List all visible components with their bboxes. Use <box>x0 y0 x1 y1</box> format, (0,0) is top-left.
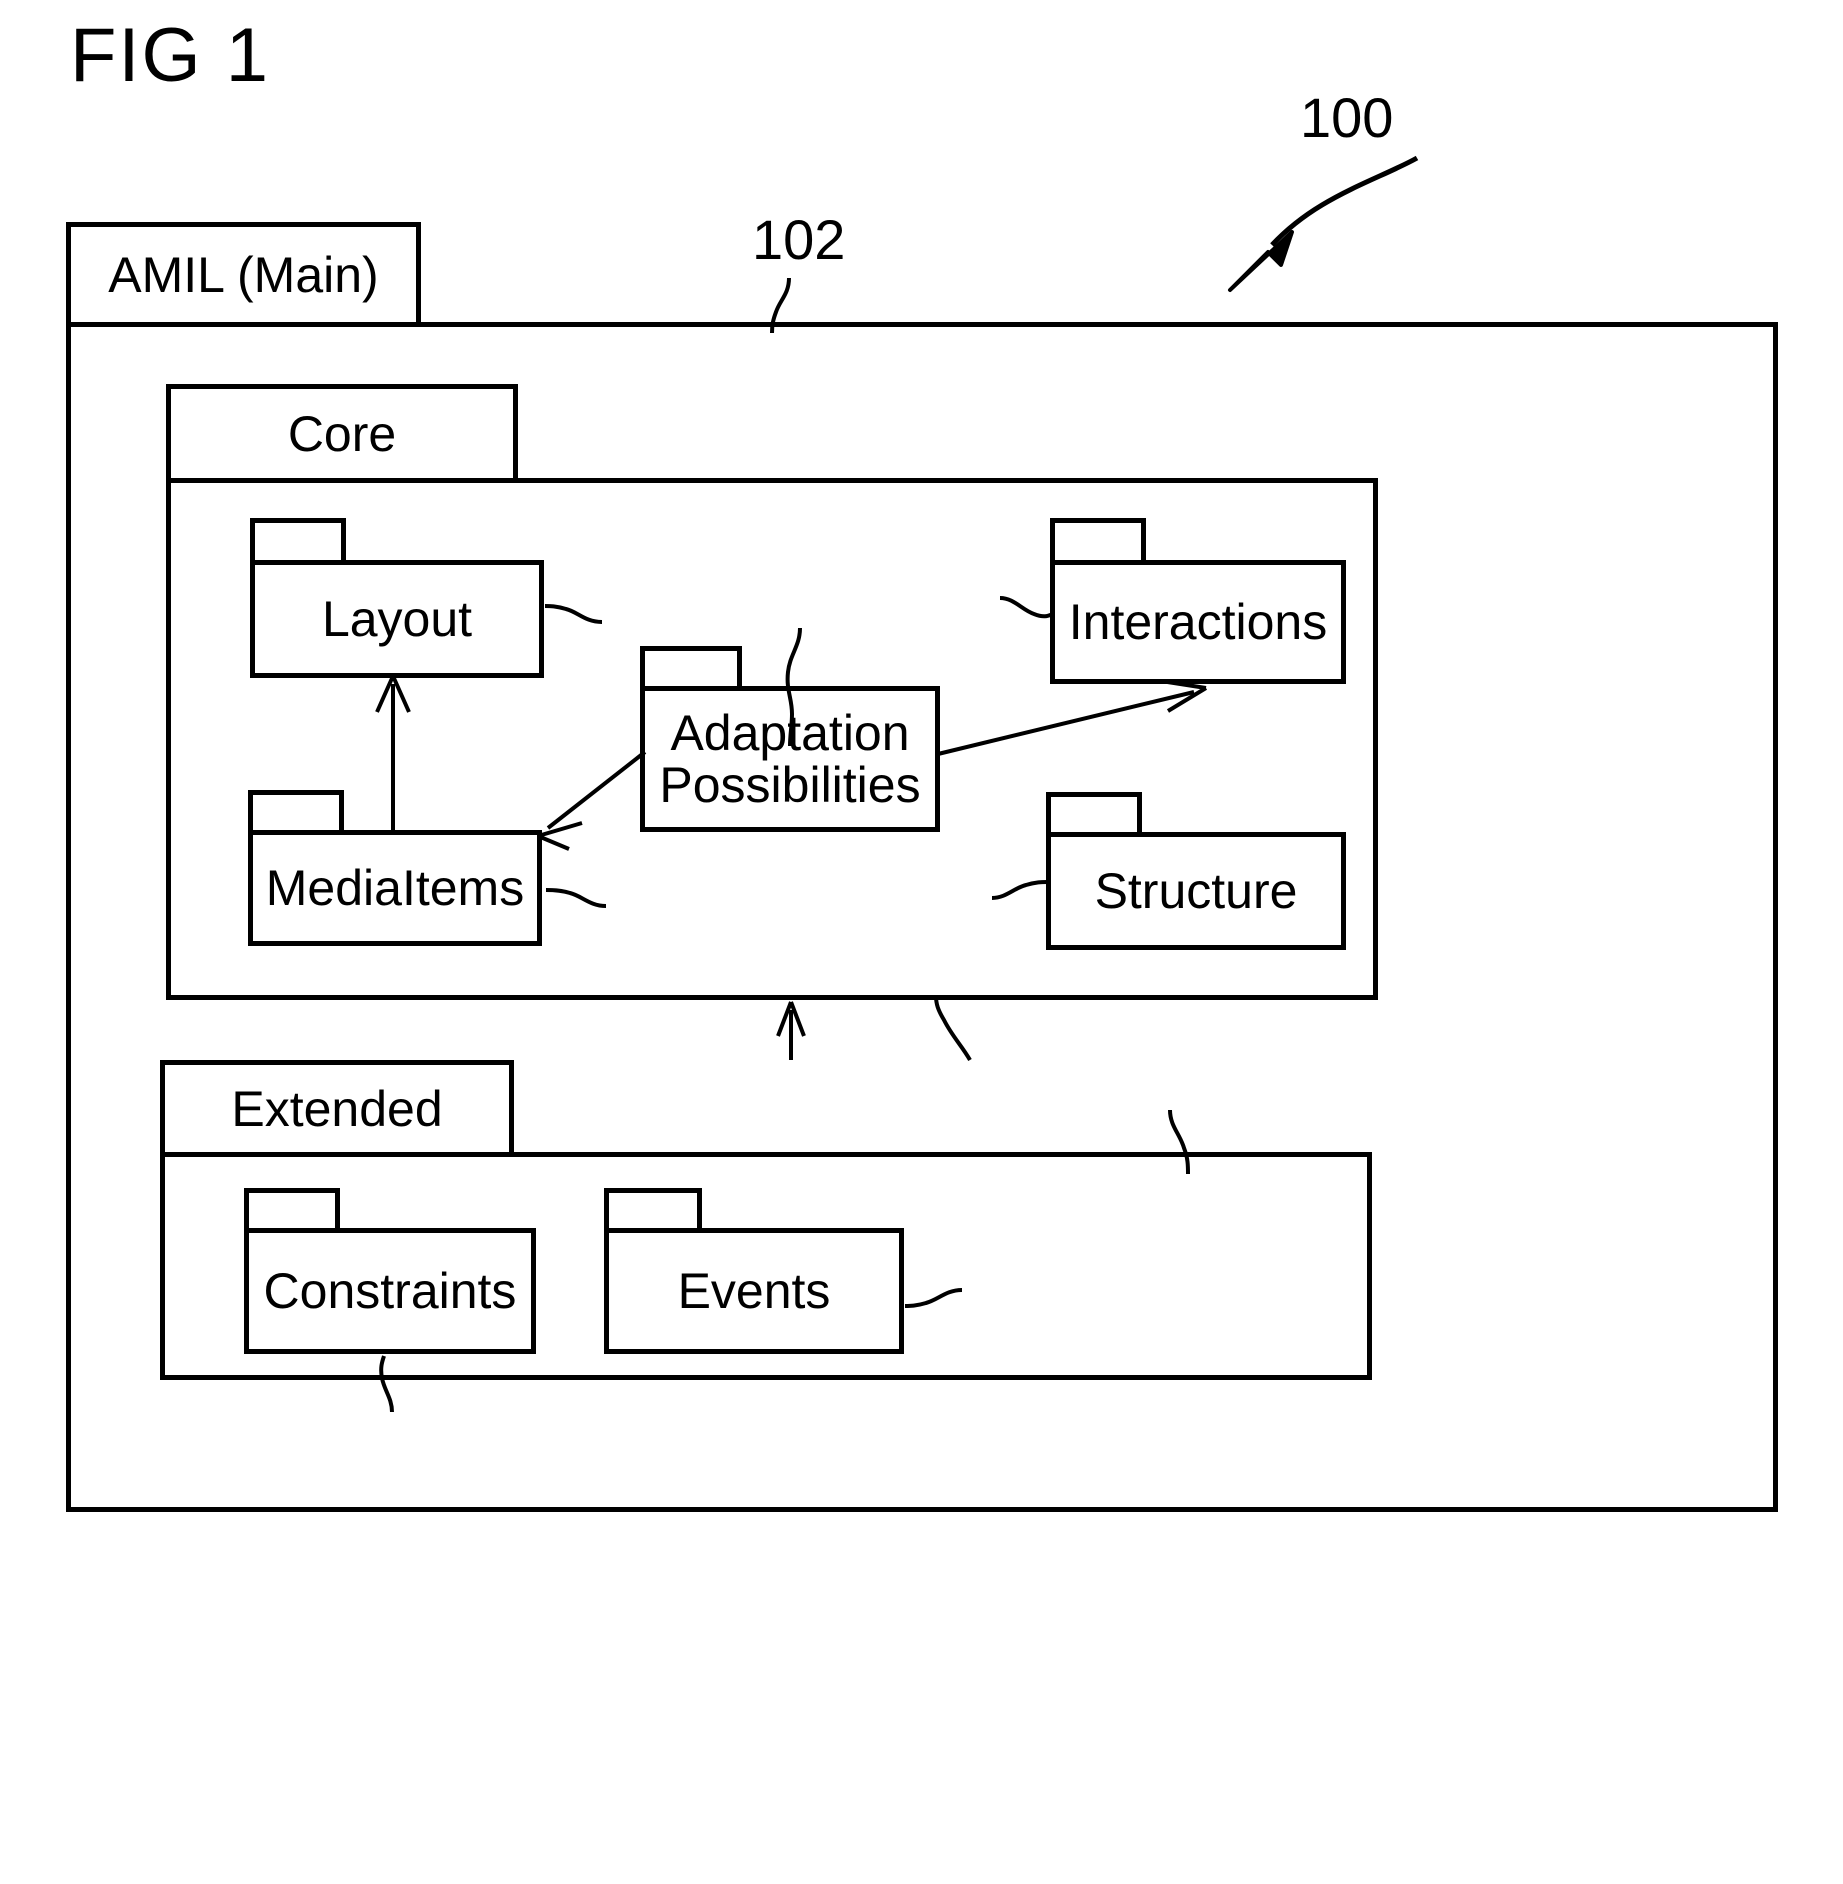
package-amil-label: AMIL (Main) <box>108 246 379 303</box>
package-extended-label: Extended <box>231 1080 443 1137</box>
package-interactions-label: Interactions <box>1068 593 1328 650</box>
package-constraints-tab <box>244 1188 340 1228</box>
package-adaptation-body: Adaptation Possibilities <box>640 686 940 832</box>
package-adaptation-tab <box>640 646 742 686</box>
figure-title: FIG 1 <box>70 13 271 98</box>
package-adaptation-label: Adaptation Possibilities <box>659 704 921 813</box>
package-interactions-body: Interactions <box>1050 560 1346 684</box>
package-events-body: Events <box>604 1228 904 1354</box>
package-structure-tab <box>1046 792 1142 832</box>
package-interactions-tab <box>1050 518 1146 560</box>
package-extended-tab: Extended <box>160 1060 514 1152</box>
package-structure-label: Structure <box>1094 862 1298 919</box>
package-layout-tab <box>250 518 346 560</box>
package-constraints-label: Constraints <box>263 1262 517 1319</box>
ref-100: 100 <box>1300 86 1394 149</box>
package-core-tab: Core <box>166 384 518 478</box>
package-amil-tab: AMIL (Main) <box>66 222 421 322</box>
package-mediaitems-label: MediaItems <box>265 859 525 916</box>
package-events-label: Events <box>677 1262 831 1319</box>
package-layout-label: Layout <box>321 590 473 647</box>
figure-canvas: FIG 1 100 AMIL (Main) 102 Core 104 Layou… <box>0 0 1843 1884</box>
ref-102: 102 <box>752 208 846 271</box>
package-layout-body: Layout <box>250 560 544 678</box>
package-mediaitems-tab <box>248 790 344 830</box>
package-constraints-body: Constraints <box>244 1228 536 1354</box>
package-events-tab <box>604 1188 702 1228</box>
package-mediaitems-body: MediaItems <box>248 830 542 946</box>
package-core-label: Core <box>287 405 397 462</box>
package-structure-body: Structure <box>1046 832 1346 950</box>
